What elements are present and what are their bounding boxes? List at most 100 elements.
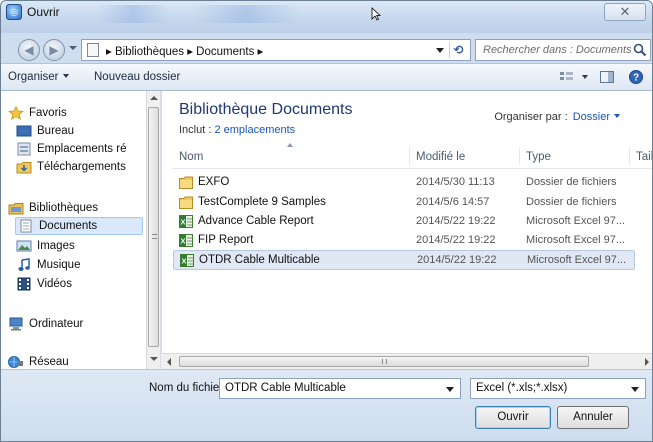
- sidebar-item-label: Favoris: [29, 107, 67, 119]
- close-button[interactable]: ✕: [604, 3, 646, 21]
- computer-icon: [9, 317, 23, 331]
- scroll-down-icon[interactable]: [150, 357, 158, 361]
- sidebar-item-videos[interactable]: Vidéos: [16, 275, 72, 293]
- sidebar-item-label: Bureau: [37, 125, 75, 137]
- forward-button[interactable]: ▶: [43, 39, 65, 61]
- chevron-down-icon: [614, 114, 620, 118]
- scroll-right-icon[interactable]: [645, 358, 649, 366]
- sidebar-item-label: Vidéos: [37, 278, 72, 290]
- sidebar-item-label: Réseau: [29, 356, 69, 368]
- help-icon[interactable]: ?: [628, 70, 644, 84]
- sidebar-item-label: Bibliothèques: [29, 202, 99, 214]
- file-row[interactable]: EXFO 2014/5/30 11:13 Dossier de fichiers: [173, 173, 635, 193]
- view-menu-chevron-icon[interactable]: [582, 75, 588, 79]
- filename-label: Nom du fichier :: [149, 382, 230, 394]
- filename-input[interactable]: OTDR Cable Multicable: [225, 382, 346, 394]
- filename-dropdown-icon[interactable]: [446, 387, 454, 392]
- file-list-horizontal-scrollbar[interactable]: [161, 353, 652, 369]
- sidebar-item-images[interactable]: Images: [16, 237, 75, 255]
- file-row[interactable]: X FIP Report 2014/5/22 19:22 Microsoft E…: [173, 231, 635, 251]
- file-modified: 2014/5/22 19:22: [416, 215, 496, 227]
- star-icon: [8, 106, 24, 120]
- column-divider[interactable]: [409, 147, 410, 165]
- search-input[interactable]: Rechercher dans : Documents: [483, 44, 632, 56]
- forward-arrow-icon: ▶: [49, 43, 59, 57]
- chevron-down-icon[interactable]: [631, 387, 639, 392]
- view-options-icon[interactable]: [559, 70, 575, 84]
- file-type: Microsoft Excel 97...: [526, 234, 626, 246]
- preview-pane-icon[interactable]: [599, 70, 615, 84]
- breadcrumb[interactable]: ▸ Bibliothèques ▸ Documents ▸: [106, 44, 263, 58]
- scrollbar-thumb[interactable]: [148, 107, 159, 347]
- navigation-pane-scrollbar[interactable]: [146, 91, 160, 369]
- app-icon: ◎: [6, 4, 22, 20]
- sidebar-item-telechargements[interactable]: Téléchargements: [16, 158, 126, 176]
- window-title: Ouvrir: [27, 5, 60, 19]
- dialog-footer: Nom du fichier : OTDR Cable Multicable E…: [1, 369, 652, 441]
- column-divider[interactable]: [519, 147, 520, 165]
- back-button[interactable]: ◀: [18, 39, 40, 61]
- file-name: OTDR Cable Multicable: [199, 254, 320, 266]
- navigation-pane: Favoris Bureau Emplacements ré Télécharg…: [1, 91, 161, 369]
- sidebar-item-bibliotheques[interactable]: Bibliothèques: [8, 199, 98, 217]
- file-type: Microsoft Excel 97...: [527, 254, 627, 266]
- library-title: Bibliothèque Documents: [179, 101, 353, 118]
- music-icon: [18, 258, 30, 271]
- address-bar[interactable]: ▸ Bibliothèques ▸ Documents ▸ ⟲: [81, 39, 471, 61]
- column-name[interactable]: Nom: [179, 151, 203, 163]
- column-divider[interactable]: [629, 147, 630, 165]
- search-box[interactable]: Rechercher dans : Documents: [475, 39, 651, 61]
- arrange-value[interactable]: Dossier: [573, 111, 610, 123]
- file-list-pane: Bibliothèque Documents Inclut : 2 emplac…: [162, 91, 652, 369]
- column-modified[interactable]: Modifié le: [416, 151, 465, 163]
- sort-ascending-icon: [287, 143, 293, 147]
- sidebar-item-label: Documents: [39, 220, 98, 232]
- organize-label: Organiser: [8, 71, 59, 83]
- libraries-icon: [8, 203, 24, 215]
- chevron-down-icon: [62, 74, 69, 78]
- arrange-by-control[interactable]: Organiser par : Dossier: [494, 111, 620, 123]
- scroll-up-icon[interactable]: [150, 96, 158, 100]
- sidebar-item-label: Images: [37, 240, 75, 252]
- title-bar[interactable]: ◎ Ouvrir ✕: [1, 1, 652, 33]
- sidebar-item-label: Emplacements ré: [37, 143, 127, 155]
- scroll-left-icon[interactable]: [167, 358, 171, 366]
- back-arrow-icon: ◀: [24, 43, 34, 57]
- sidebar-item-ordinateur[interactable]: Ordinateur: [8, 315, 83, 333]
- scrollbar-thumb[interactable]: [179, 356, 589, 367]
- sidebar-item-label: Téléchargements: [37, 161, 126, 173]
- svg-text:X: X: [180, 237, 185, 246]
- filetype-select[interactable]: Excel (*.xls;*.xlsx): [470, 378, 646, 399]
- include-locations-link[interactable]: 2 emplacements: [214, 124, 295, 136]
- file-row[interactable]: X Advance Cable Report 2014/5/22 19:22 M…: [173, 212, 635, 232]
- address-history-dropdown-icon[interactable]: [436, 48, 444, 53]
- column-size[interactable]: Tail: [636, 151, 652, 163]
- file-row-selected[interactable]: X OTDR Cable Multicable 2014/5/22 19:22 …: [173, 250, 635, 270]
- scroll-grip-icon: [382, 359, 387, 364]
- arrange-label: Organiser par :: [494, 111, 568, 123]
- file-modified: 2014/5/22 19:22: [417, 254, 497, 266]
- search-icon[interactable]: [633, 43, 647, 57]
- sidebar-item-documents[interactable]: Documents: [15, 217, 143, 235]
- file-type: Dossier de fichiers: [526, 196, 617, 208]
- sidebar-item-favoris[interactable]: Favoris: [8, 104, 67, 122]
- new-folder-button[interactable]: Nouveau dossier: [94, 71, 180, 83]
- file-row[interactable]: TestComplete 9 Samples 2014/5/6 14:57 Do…: [173, 193, 635, 213]
- include-prefix: Inclut :: [179, 124, 212, 136]
- sidebar-item-musique[interactable]: Musique: [16, 256, 80, 274]
- sidebar-item-emplacements[interactable]: Emplacements ré: [16, 140, 126, 158]
- column-header: Nom Modifié le Type Tail: [172, 143, 652, 169]
- file-name: Advance Cable Report: [198, 215, 314, 227]
- filename-field[interactable]: OTDR Cable Multicable: [219, 378, 461, 399]
- sidebar-item-bureau[interactable]: Bureau: [16, 122, 74, 140]
- open-button[interactable]: Ouvrir: [475, 406, 551, 429]
- folder-icon: [179, 196, 193, 209]
- cancel-button[interactable]: Annuler: [557, 406, 629, 429]
- file-type: Dossier de fichiers: [526, 176, 617, 188]
- column-type[interactable]: Type: [526, 151, 551, 163]
- recent-locations-dropdown-icon[interactable]: [69, 46, 77, 50]
- organize-menu-button[interactable]: Organiser: [8, 71, 69, 83]
- refresh-button[interactable]: ⟲: [449, 42, 467, 58]
- recent-places-icon: [17, 142, 31, 156]
- library-includes: Inclut : 2 emplacements: [179, 124, 295, 136]
